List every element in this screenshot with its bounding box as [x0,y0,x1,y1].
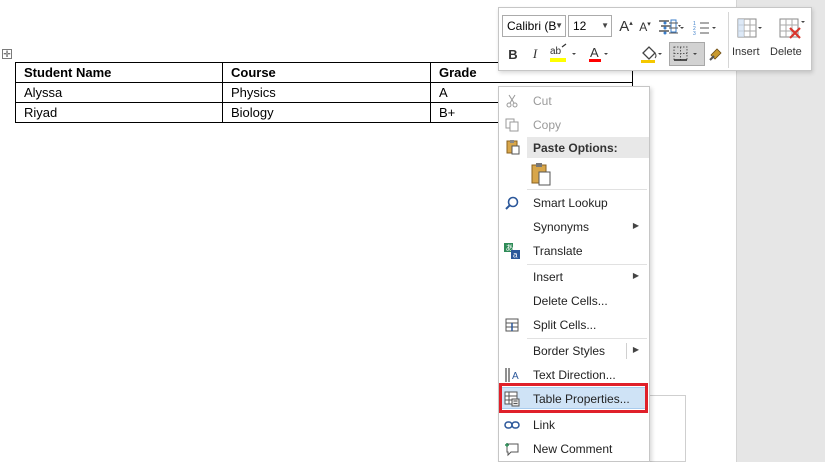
format-painter-button[interactable] [706,42,726,66]
table-header-cell[interactable]: Course [222,62,431,83]
bold-icon: B [508,46,518,62]
menu-item-split-cells[interactable]: Split Cells... [499,313,649,337]
menu-item-cut[interactable]: Cut [499,89,649,113]
numbering-button[interactable]: 1 2 3 [693,20,719,36]
menu-item-new-comment[interactable]: New Comment [499,437,649,461]
borders-button[interactable] [669,42,705,66]
svg-text:A: A [590,45,599,60]
delete-table-button[interactable] [773,13,809,43]
menu-item-label: Text Direction... [533,368,616,382]
delete-table-icon [779,18,805,39]
submenu-arrow-icon: ▶ [632,221,639,230]
menu-item-label: Cut [533,94,552,108]
menu-item-synonyms[interactable]: Synonyms ▶ [499,215,649,239]
menu-item-label: Split Cells... [533,318,597,332]
menu-item-label: New Comment [533,442,613,456]
menu-item-delete-cells[interactable]: Delete Cells... [499,289,649,313]
table-header-cell[interactable]: Student Name [15,62,223,83]
link-icon [504,417,520,433]
copy-icon [504,117,520,133]
paste-icon [531,163,551,186]
font-size-box[interactable]: 12 ▼ [568,15,612,37]
shading-button[interactable] [637,42,667,66]
menu-item-border-styles[interactable]: Border Styles ▶ [499,339,649,363]
shrink-font-icon: A▾ [639,20,651,34]
italic-button[interactable]: I [527,44,543,64]
table-cell[interactable]: Alyssa [15,82,223,103]
font-name-value: Calibri (B [507,19,557,33]
menu-item-translate[interactable]: あa Translate [499,239,649,263]
menu-item-copy[interactable]: Copy [499,113,649,137]
toolbar-divider [728,12,729,68]
table-cell[interactable]: Riyad [15,102,223,123]
menu-item-label: Border Styles [533,344,606,358]
shrink-font-button[interactable]: A▾ [637,17,653,37]
format-painter-icon [709,48,722,61]
font-color-button[interactable]: A [583,42,613,66]
grow-font-icon: A▴ [619,17,633,35]
comment-icon [504,441,520,457]
menu-item-label: Translate [533,244,583,258]
chevron-down-icon: ▼ [555,21,563,30]
paste-keep-source-button[interactable] [529,161,553,187]
bullets-button[interactable] [662,20,686,36]
font-name-box[interactable]: Calibri (B ▼ [502,15,566,37]
menu-item-label: Smart Lookup [533,196,608,210]
scissors-icon [504,93,520,109]
paste-options-label: Paste Options: [533,141,618,155]
menu-item-insert[interactable]: Insert ▶ [499,265,649,289]
insert-label: Insert [732,46,760,58]
table-cell[interactable]: Physics [222,82,431,103]
italic-icon: I [532,46,538,61]
numbering-icon: 1 2 3 [693,21,716,36]
menu-item-link[interactable]: Link [499,413,649,437]
menu-separator [527,189,647,190]
svg-text:A: A [512,371,519,382]
menu-item-label: Delete Cells... [533,294,608,308]
split-button-divider [626,343,627,359]
paint-bucket-icon [641,46,662,63]
svg-text:a: a [513,251,518,260]
magnifier-icon [504,195,520,211]
mini-toolbar: Calibri (B ▼ 12 ▼ A▴ A▾ 1 2 3 B I ab A I… [498,7,812,71]
background-shape [648,395,686,462]
clipboard-icon [505,139,521,158]
text-highlight-button[interactable]: ab [547,42,583,66]
chevron-down-icon: ▼ [601,21,609,30]
translate-icon: あa [504,243,520,259]
menu-item-label: Insert [533,270,564,284]
bullets-icon [663,21,684,35]
insert-table-button[interactable] [731,13,767,43]
bold-button[interactable]: B [505,44,521,64]
menu-item-label: Synonyms [533,220,590,234]
submenu-arrow-icon: ▶ [632,345,639,354]
table-move-handle[interactable]: ✛ [2,49,12,59]
borders-icon [673,46,697,61]
grow-font-button[interactable]: A▴ [617,16,635,36]
menu-item-label: Link [533,418,556,432]
font-size-value: 12 [573,19,587,33]
insert-table-icon [737,18,762,38]
submenu-arrow-icon: ▶ [632,271,639,280]
menu-item-smart-lookup[interactable]: Smart Lookup [499,191,649,215]
table-cell[interactable]: Biology [222,102,431,123]
text-direction-icon: A [504,367,520,383]
font-color-icon: A [589,45,608,62]
paste-options-header: Paste Options: [527,137,649,158]
split-cells-icon [504,317,520,333]
highlight-annotation-box [499,383,648,413]
menu-item-label: Copy [533,118,562,132]
delete-label: Delete [770,46,802,58]
text-highlight-icon: ab [550,43,576,62]
svg-text:ab: ab [550,46,562,57]
svg-text:3: 3 [693,31,696,36]
